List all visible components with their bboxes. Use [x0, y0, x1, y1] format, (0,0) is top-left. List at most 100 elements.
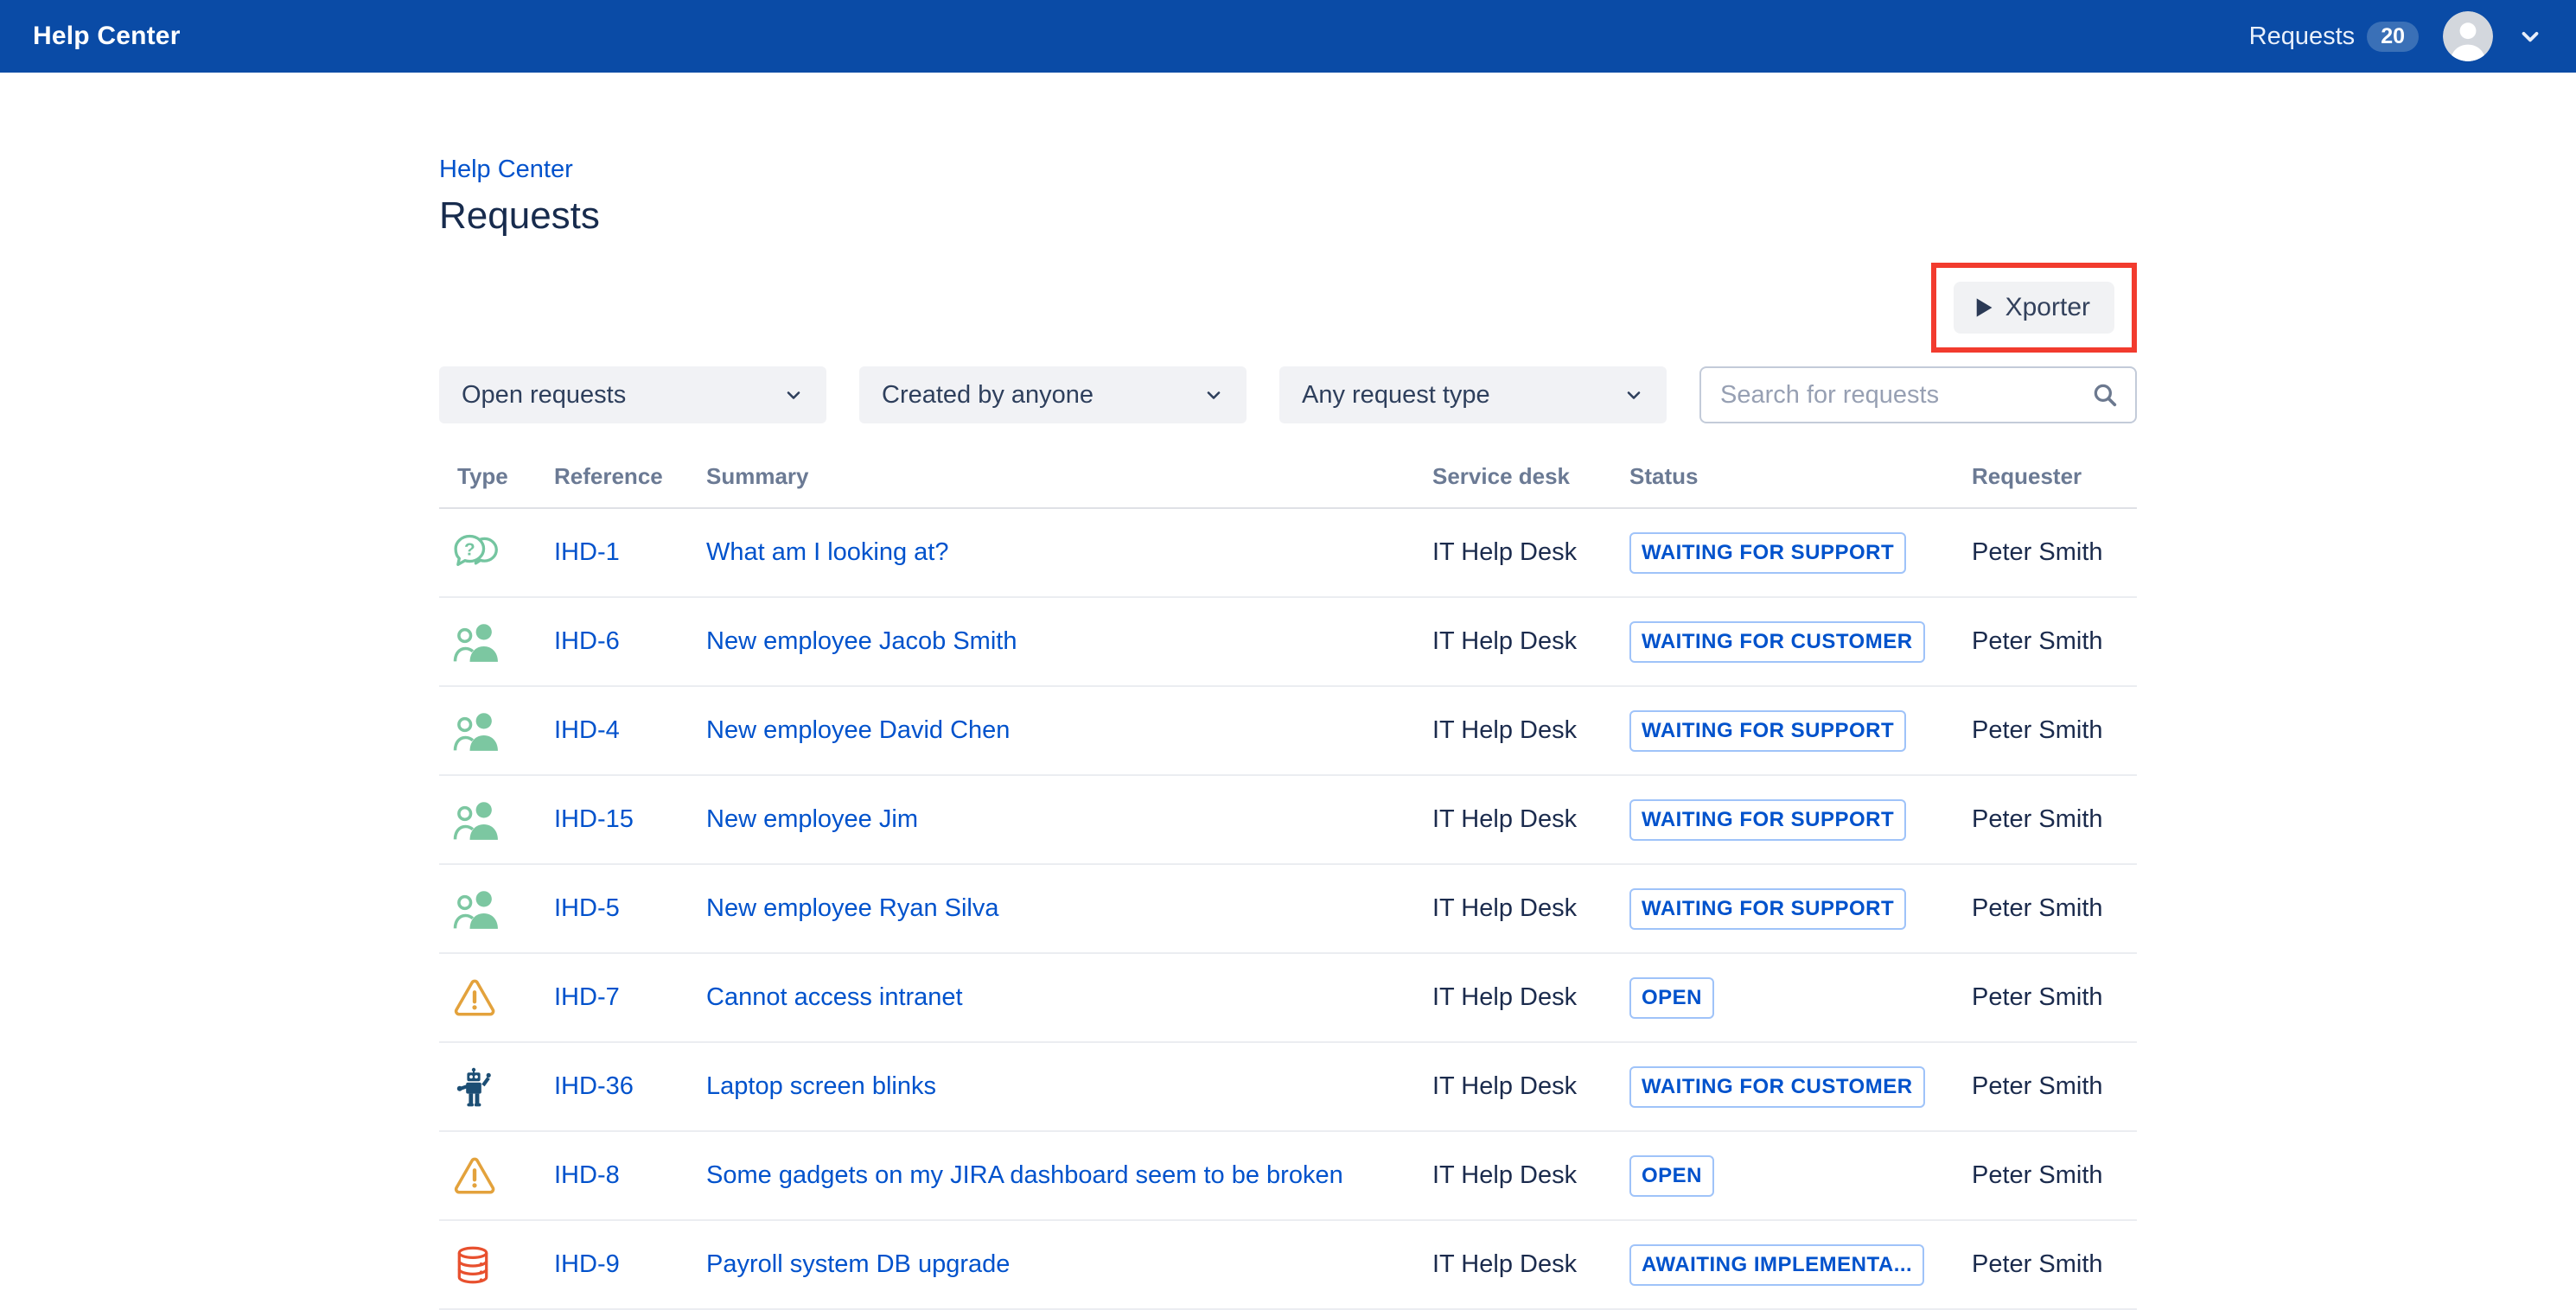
play-icon — [1973, 296, 1995, 319]
col-header-reference: Reference — [554, 463, 706, 490]
summary-link[interactable]: Cannot access intranet — [706, 983, 963, 1011]
new-employee-icon — [453, 620, 500, 664]
creator-filter-dropdown[interactable]: Created by anyone — [859, 366, 1247, 423]
xporter-label: Xporter — [2005, 293, 2090, 322]
summary-link[interactable]: New employee Jacob Smith — [706, 627, 1017, 655]
warning-icon — [453, 1156, 496, 1196]
chevron-down-icon — [1203, 385, 1224, 405]
status-filter-label: Open requests — [462, 381, 626, 410]
table-row: IHD-4 New employee David Chen IT Help De… — [439, 687, 2137, 776]
summary-link[interactable]: What am I looking at? — [706, 538, 948, 566]
breadcrumb-help-center[interactable]: Help Center — [439, 156, 573, 184]
reference-link[interactable]: IHD-15 — [554, 805, 634, 833]
summary-link[interactable]: Payroll system DB upgrade — [706, 1250, 1010, 1278]
status-badge: OPEN — [1629, 977, 1714, 1019]
request-type-filter-label: Any request type — [1302, 381, 1490, 410]
table-body: ? IHD-1 What am I looking at? IT Help De… — [439, 509, 2137, 1310]
nav-requests[interactable]: Requests 20 — [2249, 22, 2419, 52]
table-header: Type Reference Summary Service desk Stat… — [439, 463, 2137, 509]
chevron-down-icon — [783, 385, 804, 405]
requester-cell: Peter Smith — [1972, 983, 2137, 1012]
status-badge: WAITING FOR CUSTOMER — [1629, 621, 1925, 663]
status-badge: OPEN — [1629, 1155, 1714, 1197]
service-desk-cell: IT Help Desk — [1432, 894, 1629, 923]
status-badge: AWAITING IMPLEMENTA... — [1629, 1244, 1924, 1286]
requests-table: Type Reference Summary Service desk Stat… — [439, 463, 2137, 1310]
reference-link[interactable]: IHD-9 — [554, 1250, 620, 1278]
requester-cell: Peter Smith — [1972, 1072, 2137, 1101]
service-desk-cell: IT Help Desk — [1432, 1072, 1629, 1101]
service-desk-cell: IT Help Desk — [1432, 538, 1629, 567]
table-row: ? IHD-1 What am I looking at? IT Help De… — [439, 509, 2137, 598]
warning-icon — [453, 978, 496, 1018]
service-desk-cell: IT Help Desk — [1432, 627, 1629, 656]
status-badge: WAITING FOR CUSTOMER — [1629, 1066, 1925, 1108]
table-row: IHD-36 Laptop screen blinks IT Help Desk… — [439, 1043, 2137, 1132]
topbar: Help Center Requests 20 — [0, 0, 2576, 73]
summary-link[interactable]: New employee Jim — [706, 805, 918, 833]
nav-requests-label: Requests — [2249, 22, 2356, 51]
topbar-right: Requests 20 — [2249, 11, 2543, 61]
reference-link[interactable]: IHD-1 — [554, 538, 620, 566]
search-input[interactable] — [1718, 380, 2090, 410]
svg-text:?: ? — [464, 539, 475, 559]
service-desk-cell: IT Help Desk — [1432, 805, 1629, 834]
search-box — [1699, 366, 2137, 423]
main-content: Help Center Requests Xporter Open reques… — [439, 73, 2137, 1310]
reference-link[interactable]: IHD-8 — [554, 1161, 620, 1189]
table-row: IHD-6 New employee Jacob Smith IT Help D… — [439, 598, 2137, 687]
col-header-status: Status — [1629, 463, 1972, 490]
service-desk-cell: IT Help Desk — [1432, 983, 1629, 1012]
xporter-row: Xporter — [439, 263, 2137, 353]
new-employee-icon — [453, 887, 500, 931]
requester-cell: Peter Smith — [1972, 716, 2137, 745]
reference-link[interactable]: IHD-6 — [554, 627, 620, 655]
creator-filter-label: Created by anyone — [882, 381, 1094, 410]
chevron-down-icon — [1623, 385, 1644, 405]
app-title[interactable]: Help Center — [33, 22, 181, 51]
reference-link[interactable]: IHD-36 — [554, 1072, 634, 1100]
service-desk-cell: IT Help Desk — [1432, 1250, 1629, 1279]
requests-count-badge: 20 — [2367, 22, 2419, 52]
summary-link[interactable]: Laptop screen blinks — [706, 1072, 936, 1100]
chevron-down-icon[interactable] — [2517, 23, 2543, 49]
status-badge: WAITING FOR SUPPORT — [1629, 532, 1906, 574]
search-icon[interactable] — [2090, 380, 2120, 410]
status-filter-dropdown[interactable]: Open requests — [439, 366, 826, 423]
new-employee-icon — [453, 709, 500, 753]
new-employee-icon — [453, 798, 500, 842]
table-row: IHD-15 New employee Jim IT Help Desk WAI… — [439, 776, 2137, 865]
table-row: IHD-9 Payroll system DB upgrade IT Help … — [439, 1221, 2137, 1310]
robot-icon — [453, 1066, 494, 1108]
requester-cell: Peter Smith — [1972, 1250, 2137, 1279]
table-row: IHD-7 Cannot access intranet IT Help Des… — [439, 954, 2137, 1043]
xporter-button[interactable]: Xporter — [1954, 282, 2114, 334]
avatar-person-icon — [2443, 11, 2493, 61]
filter-bar: Open requests Created by anyone Any requ… — [439, 366, 2137, 423]
service-desk-cell: IT Help Desk — [1432, 716, 1629, 745]
table-row: IHD-8 Some gadgets on my JIRA dashboard … — [439, 1132, 2137, 1221]
requester-cell: Peter Smith — [1972, 627, 2137, 656]
status-badge: WAITING FOR SUPPORT — [1629, 710, 1906, 752]
requester-cell: Peter Smith — [1972, 1161, 2137, 1190]
requester-cell: Peter Smith — [1972, 805, 2137, 834]
red-annotation-box: Xporter — [1931, 263, 2137, 353]
reference-link[interactable]: IHD-4 — [554, 716, 620, 744]
reference-link[interactable]: IHD-5 — [554, 894, 620, 922]
summary-link[interactable]: Some gadgets on my JIRA dashboard seem t… — [706, 1161, 1343, 1189]
col-header-service-desk: Service desk — [1432, 463, 1629, 490]
summary-link[interactable]: New employee David Chen — [706, 716, 1010, 744]
status-badge: WAITING FOR SUPPORT — [1629, 799, 1906, 841]
table-row: IHD-5 New employee Ryan Silva IT Help De… — [439, 865, 2137, 954]
requester-cell: Peter Smith — [1972, 894, 2137, 923]
question-chat-icon: ? — [453, 533, 500, 573]
col-header-requester: Requester — [1972, 463, 2137, 490]
status-badge: WAITING FOR SUPPORT — [1629, 888, 1906, 930]
database-icon — [453, 1244, 493, 1286]
service-desk-cell: IT Help Desk — [1432, 1161, 1629, 1190]
reference-link[interactable]: IHD-7 — [554, 983, 620, 1011]
request-type-filter-dropdown[interactable]: Any request type — [1279, 366, 1667, 423]
summary-link[interactable]: New employee Ryan Silva — [706, 894, 998, 922]
user-avatar[interactable] — [2443, 11, 2493, 61]
col-header-type: Type — [439, 463, 554, 490]
